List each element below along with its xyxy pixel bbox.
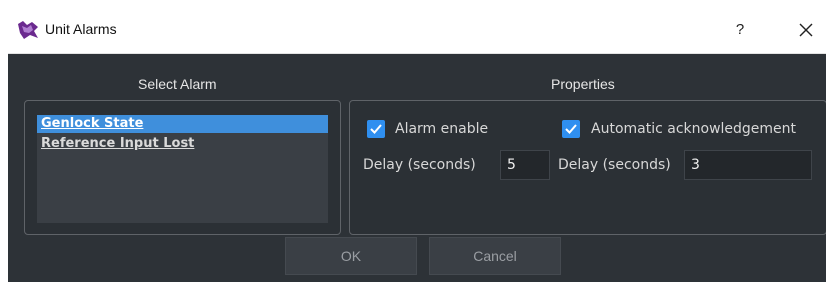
- properties-panel: Alarm enable Automatic acknowledgement D…: [349, 100, 826, 235]
- unit-alarms-dialog: Unit Alarms ? Select Alarm Properties Ge…: [8, 8, 826, 282]
- cancel-button[interactable]: Cancel: [429, 237, 561, 275]
- alarm-panel: Genlock State Reference Input Lost: [24, 100, 341, 235]
- help-button[interactable]: ?: [726, 18, 754, 42]
- checkmark-icon: [565, 124, 577, 134]
- delay-input-right[interactable]: 3: [684, 150, 812, 180]
- properties-heading: Properties: [551, 76, 615, 92]
- auto-ack-label: Automatic acknowledgement: [591, 121, 797, 137]
- select-alarm-heading: Select Alarm: [138, 76, 217, 92]
- app-logo-icon: [18, 21, 38, 39]
- delay-label-left: Delay (seconds): [363, 157, 476, 173]
- window-title: Unit Alarms: [45, 21, 117, 37]
- auto-ack-checkbox[interactable]: [562, 120, 580, 138]
- alarm-enable-label: Alarm enable: [395, 121, 489, 137]
- delay-input-left[interactable]: 5: [500, 150, 550, 180]
- alarm-list[interactable]: Genlock State Reference Input Lost: [37, 115, 328, 223]
- list-item-genlock-state[interactable]: Genlock State: [37, 115, 328, 133]
- delay-label-right: Delay (seconds): [558, 157, 671, 173]
- ok-button[interactable]: OK: [285, 237, 417, 275]
- title-bar: Unit Alarms ?: [8, 8, 826, 54]
- list-item-reference-input-lost[interactable]: Reference Input Lost: [37, 135, 328, 153]
- alarm-enable-checkbox[interactable]: [367, 120, 385, 138]
- close-icon[interactable]: [793, 17, 819, 43]
- checkmark-icon: [370, 124, 382, 134]
